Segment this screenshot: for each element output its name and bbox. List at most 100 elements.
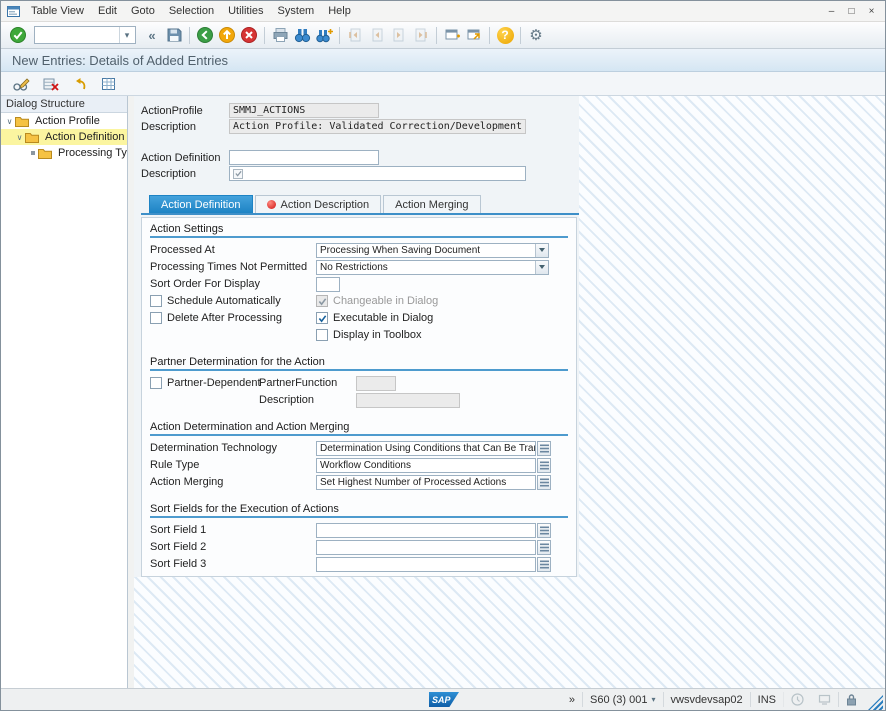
partner-function-field[interactable] — [356, 376, 396, 391]
system-info[interactable]: S60 (3) 001 ▾ — [582, 692, 663, 707]
work-area: ActionProfile SMMJ_ACTIONS Description A… — [134, 96, 885, 689]
new-session-button[interactable] — [441, 24, 463, 46]
menu-selection[interactable]: Selection — [162, 3, 221, 19]
folder-icon — [25, 132, 39, 143]
processing-times-label: Processing Times Not Permitted — [150, 261, 316, 273]
chevron-down-icon[interactable]: ▾ — [651, 695, 655, 704]
tree-node-processing-types[interactable]: Processing Types — [1, 145, 127, 161]
minimize-button[interactable]: – — [823, 4, 840, 19]
executable-in-dialog-label: Executable in Dialog — [333, 312, 433, 324]
delete-row-button[interactable] — [39, 73, 61, 95]
expand-collapse-icon[interactable]: ∨ — [4, 117, 15, 126]
resize-grip[interactable] — [868, 695, 883, 710]
check-icon — [318, 314, 327, 323]
definition-description-label: Description — [141, 168, 196, 180]
print-button[interactable] — [269, 24, 291, 46]
error-status-icon — [267, 200, 276, 209]
back-button[interactable] — [194, 24, 216, 46]
tree-node-action-definition[interactable]: ∨ Action Definition — [1, 129, 127, 145]
expand-messages-button[interactable]: » — [562, 692, 582, 707]
find-next-button[interactable] — [313, 24, 335, 46]
menu-edit[interactable]: Edit — [91, 3, 124, 19]
definition-description-field[interactable] — [229, 166, 526, 181]
value-help-button[interactable] — [537, 475, 551, 490]
display-change-button[interactable] — [10, 73, 32, 95]
value-help-icon — [540, 526, 549, 535]
check-icon — [318, 297, 327, 306]
tree-node-action-profile[interactable]: ∨ Action Profile — [1, 113, 127, 129]
application-toolbar — [1, 72, 885, 96]
sort-field-2-field[interactable] — [316, 540, 536, 555]
section-action-determination: Action Determination and Action Merging … — [150, 421, 568, 490]
executable-in-dialog-checkbox[interactable] — [316, 312, 328, 324]
determination-technology-field[interactable]: Determination Using Conditions that Can … — [316, 441, 536, 456]
menu-help[interactable]: Help — [321, 3, 358, 19]
tab-action-definition[interactable]: Action Definition — [149, 195, 253, 213]
enter-button[interactable] — [7, 24, 29, 46]
first-page-button — [344, 24, 366, 46]
processing-times-select[interactable]: No Restrictions — [316, 260, 549, 275]
save-icon — [166, 27, 182, 43]
schedule-automatically-checkbox[interactable] — [150, 295, 162, 307]
value-help-button[interactable] — [537, 458, 551, 473]
menu-system[interactable]: System — [271, 3, 322, 19]
value-help-button[interactable] — [537, 557, 551, 572]
tree-node-label: Processing Types — [55, 147, 128, 159]
value-help-button[interactable] — [537, 540, 551, 555]
exit-button[interactable] — [216, 24, 238, 46]
create-shortcut-button[interactable] — [463, 24, 485, 46]
action-definition-field[interactable] — [229, 150, 379, 165]
tab-label: Action Description — [281, 199, 370, 211]
value-help-icon — [540, 560, 549, 569]
section-title: Action Determination and Action Merging — [150, 421, 568, 436]
value-help-button[interactable] — [537, 441, 551, 456]
save-button[interactable] — [163, 24, 185, 46]
action-merging-field[interactable]: Set Highest Number of Processed Actions — [316, 475, 536, 490]
folder-icon — [15, 116, 29, 127]
dropdown-icon[interactable] — [535, 244, 548, 257]
menu-goto[interactable]: Goto — [124, 3, 162, 19]
toolbar-separator — [489, 27, 490, 44]
expand-collapse-icon[interactable]: ∨ — [14, 133, 25, 142]
standard-toolbar: ▾ « — [1, 22, 885, 49]
partner-description-label: Description — [259, 394, 356, 406]
close-button[interactable]: × — [863, 4, 880, 19]
customize-layout-button[interactable]: ⚙ — [525, 24, 547, 46]
collapse-command-button[interactable]: « — [141, 24, 163, 46]
action-profile-field[interactable]: SMMJ_ACTIONS — [229, 103, 379, 118]
tab-action-merging[interactable]: Action Merging — [383, 195, 480, 213]
new-session-icon — [444, 27, 461, 43]
profile-description-field[interactable]: Action Profile: Validated Correction/Dev… — [229, 119, 526, 134]
partner-description-field[interactable] — [356, 393, 460, 408]
command-dropdown-icon[interactable]: ▾ — [119, 27, 134, 43]
sort-order-field[interactable] — [316, 277, 340, 292]
system-menu-icon[interactable] — [6, 4, 20, 18]
sort-field-1-field[interactable] — [316, 523, 536, 538]
display-in-toolbox-checkbox[interactable] — [316, 329, 328, 341]
insert-mode-indicator[interactable]: INS — [750, 692, 783, 707]
find-button[interactable] — [291, 24, 313, 46]
menu-table-view[interactable]: Table View — [24, 3, 91, 19]
maximize-button[interactable]: □ — [843, 4, 860, 19]
undo-button[interactable] — [68, 73, 90, 95]
delete-after-processing-checkbox[interactable] — [150, 312, 162, 324]
sort-order-label: Sort Order For Display — [150, 278, 316, 290]
help-button[interactable]: ? — [494, 24, 516, 46]
display-change-icon — [12, 76, 30, 92]
dropdown-icon[interactable] — [535, 261, 548, 274]
cancel-button[interactable] — [238, 24, 260, 46]
menu-utilities[interactable]: Utilities — [221, 3, 270, 19]
next-page-button — [388, 24, 410, 46]
tab-action-description[interactable]: Action Description — [255, 195, 382, 213]
sap-gui-window: Table View Edit Goto Selection Utilities… — [0, 0, 886, 711]
section-title: Action Settings — [150, 223, 568, 238]
select-all-button[interactable] — [97, 73, 119, 95]
sort-field-3-field[interactable] — [316, 557, 536, 572]
partner-dependent-checkbox[interactable] — [150, 377, 162, 389]
profile-description-label: Description — [141, 121, 196, 133]
command-input[interactable] — [35, 28, 119, 43]
processed-at-select[interactable]: Processing When Saving Document — [316, 243, 549, 258]
processing-times-value: No Restrictions — [320, 262, 388, 273]
value-help-button[interactable] — [537, 523, 551, 538]
rule-type-field[interactable]: Workflow Conditions — [316, 458, 536, 473]
